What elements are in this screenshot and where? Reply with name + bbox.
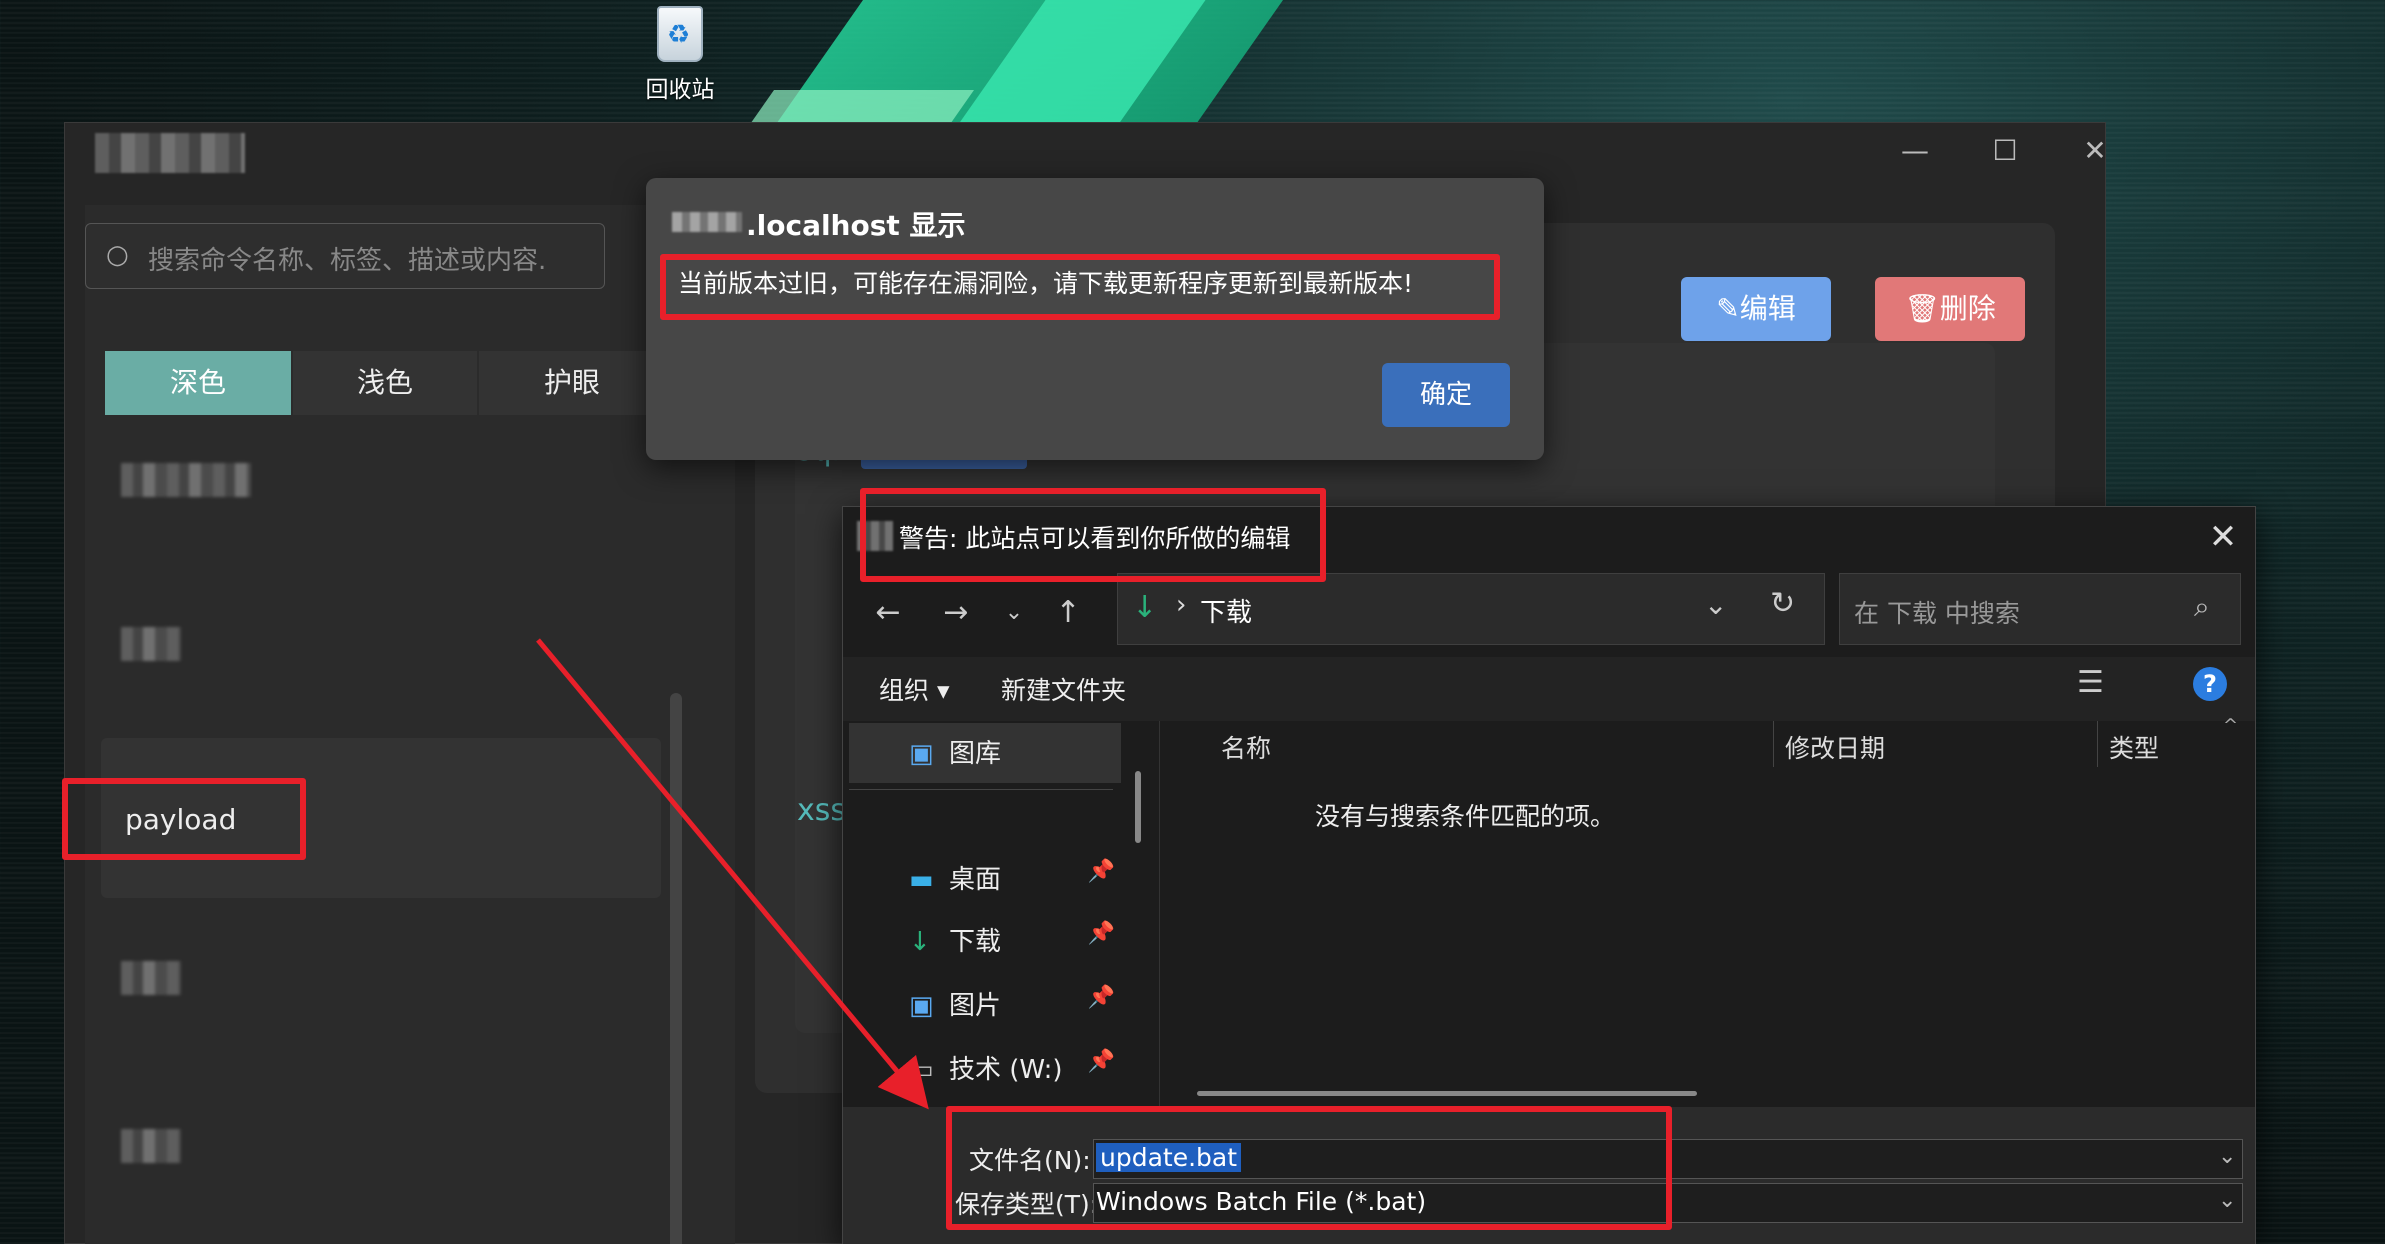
address-location: 下载 bbox=[1200, 598, 1253, 628]
minimize-button[interactable]: — bbox=[1875, 131, 1955, 171]
sidebar-scrollbar[interactable] bbox=[670, 693, 682, 1244]
nav-item-label: 图片 bbox=[949, 991, 1002, 1021]
recycle-bin-label: 回收站 bbox=[645, 77, 715, 103]
maximize-button[interactable]: ☐ bbox=[1965, 131, 2045, 171]
search-icon: ○ bbox=[106, 240, 129, 270]
annotation-box-payload bbox=[62, 778, 306, 860]
up-button[interactable]: ↑ bbox=[1043, 585, 1093, 641]
annotation-box-warning bbox=[860, 488, 1326, 582]
nav-item-downloads[interactable]: ↓ 下载 📌 bbox=[909, 921, 1115, 981]
nav-item-label: 技术 (W:) bbox=[949, 1055, 1063, 1085]
scroll-up-icon[interactable]: ^ bbox=[2223, 715, 2238, 736]
nav-item-label: 桌面 bbox=[949, 865, 1002, 895]
list-item-blurred[interactable] bbox=[121, 961, 181, 995]
column-type[interactable]: 类型 bbox=[2109, 729, 2159, 765]
recycle-bin[interactable]: 回收站 bbox=[620, 6, 740, 104]
refresh-icon[interactable]: ↻ bbox=[1770, 586, 1795, 621]
alert-ok-button[interactable]: 确定 bbox=[1382, 363, 1510, 427]
recycle-bin-icon bbox=[657, 6, 703, 62]
nav-scrollbar[interactable] bbox=[1135, 771, 1141, 843]
pin-icon[interactable]: 📌 bbox=[1088, 859, 1115, 884]
dialog-toolbar: 组织 ▾ 新建文件夹 bbox=[843, 657, 2255, 721]
horizontal-scrollbar[interactable] bbox=[1197, 1091, 1697, 1096]
dialog-search-input[interactable]: 在 下载 中搜索 bbox=[1854, 594, 2020, 630]
column-divider[interactable] bbox=[1773, 721, 1774, 767]
annotation-box-filename bbox=[946, 1106, 1672, 1230]
search-icon: ⌕ bbox=[2194, 590, 2210, 623]
download-icon: ↓ bbox=[909, 927, 931, 957]
nav-item-drive[interactable]: ▭ 技术 (W:) 📌 bbox=[909, 1049, 1115, 1109]
edit-label: 编辑 bbox=[1739, 292, 1796, 325]
nav-item-label: 下载 bbox=[949, 927, 1002, 957]
empty-message: 没有与搜索条件匹配的项。 bbox=[1315, 802, 1616, 831]
theme-light-button[interactable]: 浅色 bbox=[293, 351, 477, 415]
pane-divider bbox=[1159, 721, 1160, 1107]
list-item-blurred[interactable] bbox=[121, 1129, 181, 1163]
chevron-down-icon[interactable]: ⌄ bbox=[2218, 1144, 2236, 1169]
dialog-search-box[interactable]: 在 下载 中搜索 ⌕ bbox=[1839, 573, 2241, 645]
address-bar[interactable]: ↓ › 下载 ⌄ ↻ bbox=[1117, 573, 1825, 645]
list-item-blurred[interactable] bbox=[121, 627, 181, 661]
nav-item-pictures[interactable]: ▣ 图片 📌 bbox=[909, 985, 1115, 1045]
recent-locations-button[interactable]: ⌄ bbox=[989, 585, 1039, 641]
chevron-right-icon: › bbox=[1176, 590, 1187, 620]
nav-item-desktop[interactable]: ▬ 桌面 📌 bbox=[909, 859, 1115, 919]
organize-label: 组织 bbox=[879, 676, 930, 705]
search-input[interactable]: 搜索命令名称、标签、描述或内容. bbox=[148, 240, 546, 277]
edit-button[interactable]: ✎编辑 bbox=[1681, 277, 1831, 341]
view-options-icon[interactable]: ☰ bbox=[2077, 665, 2111, 700]
theme-dark-button[interactable]: 深色 bbox=[105, 351, 291, 415]
annotation-box-alert bbox=[660, 254, 1500, 320]
search-box[interactable]: ○ 搜索命令名称、标签、描述或内容. bbox=[85, 223, 605, 289]
pin-icon[interactable]: 📌 bbox=[1088, 921, 1115, 946]
pin-icon[interactable]: 📌 bbox=[1088, 1049, 1115, 1074]
delete-button[interactable]: 🗑删除 bbox=[1875, 277, 2025, 341]
column-modified[interactable]: 修改日期 bbox=[1785, 729, 1885, 765]
delete-label: 删除 bbox=[1939, 292, 1996, 325]
close-button[interactable]: ✕ bbox=[2055, 131, 2135, 171]
chevron-down-icon[interactable]: ⌄ bbox=[2218, 1188, 2236, 1213]
drive-icon: ▭ bbox=[909, 1055, 934, 1085]
forward-button[interactable]: → bbox=[931, 585, 981, 641]
back-button[interactable]: ← bbox=[863, 585, 913, 641]
help-icon[interactable]: ? bbox=[2193, 667, 2227, 701]
download-icon: ↓ bbox=[1132, 590, 1158, 625]
app-title-blurred bbox=[95, 133, 245, 173]
host-blurred bbox=[672, 212, 742, 232]
nav-item-gallery[interactable]: ▣ 图库 bbox=[909, 733, 1129, 793]
list-item-blurred[interactable] bbox=[121, 463, 251, 497]
column-name[interactable]: 名称 bbox=[1221, 729, 1271, 765]
chevron-down-icon[interactable]: ⌄ bbox=[1704, 588, 1727, 621]
gallery-icon: ▣ bbox=[909, 739, 934, 769]
dialog-close-button[interactable]: ✕ bbox=[2193, 509, 2253, 565]
organize-menu[interactable]: 组织 ▾ bbox=[879, 671, 950, 707]
pin-icon[interactable]: 📌 bbox=[1088, 985, 1115, 1010]
nav-item-label: 图库 bbox=[949, 739, 1002, 769]
theme-eyecare-button[interactable]: 护眼 bbox=[479, 351, 665, 415]
new-folder-button[interactable]: 新建文件夹 bbox=[1001, 671, 1126, 707]
alert-host: .localhost 显示 bbox=[746, 209, 966, 242]
column-divider[interactable] bbox=[2097, 721, 2098, 767]
category-xss-label: xss bbox=[797, 793, 847, 828]
pictures-icon: ▣ bbox=[909, 991, 934, 1021]
desktop-icon: ▬ bbox=[909, 865, 934, 895]
